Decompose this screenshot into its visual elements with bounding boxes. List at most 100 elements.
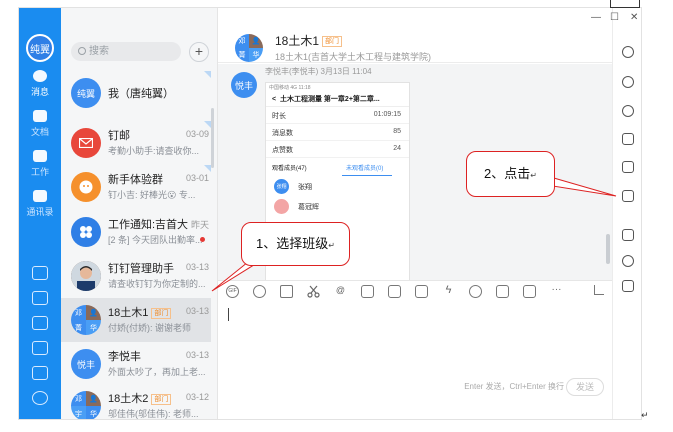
sender-avatar[interactable]: 悦丰 [231,72,257,98]
grid-icon [33,150,47,162]
conversation-item[interactable]: 工作通知:吉首大... 昨天 [2 条] 今天团队出勤率... [61,210,211,254]
message-icon [33,70,47,82]
list-scrollbar[interactable] [211,108,214,168]
conversation-item[interactable]: 纯翼 我（唐纯翼） [61,71,211,115]
group-avatar: 邓 👤 宇 华 [71,391,101,419]
unread-dot [200,237,205,242]
rail-item-label: 消息 [30,87,49,97]
phone-icon[interactable] [32,341,48,355]
live-icon[interactable] [496,285,509,298]
maximize-button[interactable]: ☐ [610,12,619,23]
mail-icon[interactable] [32,366,48,380]
ding-icon[interactable] [32,316,48,330]
conversation-time: 03-13 [185,262,209,272]
group-avatar [71,172,101,202]
minimize-button[interactable]: — [591,12,601,23]
add-button[interactable]: + [189,42,209,62]
conversation-preview: 考勤小助手:请查收你... [108,146,200,156]
department-tag: 部门 [322,36,343,47]
pin-corner [204,121,211,128]
files-icon[interactable] [622,133,634,145]
callout-step-2: 2、点击↵ [466,151,555,197]
conversation-time: 03-01 [185,173,209,183]
conversation-item[interactable]: 悦丰 李悦丰 03-13 外面太吵了，再加上老... [61,342,211,386]
rail-item-label: 通讯录 [26,207,54,217]
conversation-name: 新手体验群 [108,174,163,186]
chat-group-avatar: 邓 👤 菁 华 [235,34,263,62]
department-tag: 部门 [151,394,172,405]
stat-row: 点赞数 24 [266,141,409,158]
conversation-preview: 钉小吉: 好棒光😮 专... [108,190,196,200]
tab-watched: 观看成员(47) [272,166,307,172]
search-input[interactable]: 搜索 [71,42,181,61]
add-member-icon[interactable] [622,76,634,88]
mention-icon[interactable]: @ [334,285,347,298]
message-sender: 李悦丰(李悦丰) 3月13日 11:04 [265,67,372,76]
search-placeholder: 搜索 [89,46,109,57]
conversation-item[interactable]: 钉钉管理助手 03-13 请查收钉钉为你定制的... [61,254,211,298]
text-caret [228,308,229,321]
rail-item-contacts[interactable]: 通讯录 [19,190,61,218]
todo-icon[interactable] [32,291,48,305]
conversation-time: 03-09 [185,129,209,139]
rail-item-docs[interactable]: 文档 [19,110,61,138]
envelope-icon [79,138,93,148]
conversation-item[interactable]: 新手体验群 03-01 钉小吉: 好棒光😮 专... [61,165,211,209]
message-input[interactable]: Enter 发送，Ctrl+Enter 换行 发送 [218,302,612,397]
conversation-item[interactable]: 邓 👤 宇 华 18土木2 部门 03-12 邬佳伟(邬佳伟): 老师... [61,384,211,419]
contacts-icon [33,190,47,202]
conversation-preview: 邬佳伟(邬佳伟): 老师... [108,409,199,419]
robot-icon[interactable] [622,255,634,267]
phone-icon[interactable] [469,285,482,298]
conversation-name: 李悦丰 [108,351,141,363]
avatar [274,199,289,214]
pin-corner [204,165,211,172]
document-icon [33,110,47,122]
mail-icon[interactable] [523,285,536,298]
paragraph-mark: ↵ [641,410,649,420]
cube-icon[interactable] [622,280,634,292]
live-class-icon[interactable] [622,190,634,202]
gif-icon[interactable]: GIF [226,285,239,298]
window-frame-edge [610,0,640,8]
more-apps-icon[interactable] [32,391,48,405]
scissors-icon[interactable] [307,285,320,298]
flower-icon [80,226,92,238]
calendar-icon[interactable] [32,266,48,280]
group-avatar: 邓 👤 菁 华 [71,305,101,335]
conversation-time: 03-12 [185,392,209,402]
user-avatar[interactable]: 纯翼 [26,34,54,62]
thumbs-up-icon[interactable] [280,285,293,298]
history-icon[interactable] [622,105,634,117]
folder-icon[interactable] [361,285,374,298]
checkbox-icon[interactable] [415,285,428,298]
message-scrollbar[interactable] [606,234,610,264]
avatar: 张翔 [274,179,289,194]
conversation-preview: 付娇(付娇): 谢谢老师 [108,323,191,333]
chat-subtitle: 18土木1(吉首大学土木工程与建筑学院) [275,52,432,62]
more-icon[interactable]: ··· [550,285,563,298]
more-options-icon[interactable] [622,46,634,58]
notes-icon[interactable] [622,229,634,241]
chat-title[interactable]: 18土木1 部门 [275,32,343,49]
dingtalk-window: 纯翼 消息 文档 工作 通讯录 搜索 + 纯翼 我（唐纯翼） 钉邮 03-09 … [18,7,642,420]
conversation-name: 工作通知:吉首大... [108,219,188,231]
input-hint: Enter 发送，Ctrl+Enter 换行 [464,382,564,391]
close-button[interactable]: ✕ [630,12,638,23]
announcement-icon[interactable] [622,161,634,173]
conversation-preview: [2 条] 今天团队出勤率... [108,235,203,245]
ding-icon[interactable]: ϟ [442,285,455,298]
calendar-icon[interactable] [388,285,401,298]
emoji-icon[interactable] [253,285,266,298]
conversation-item-selected[interactable]: 邓 👤 菁 华 18土木1 部门 03-13 付娇(付娇): 谢谢老师 [61,298,211,342]
expand-icon[interactable] [594,285,604,295]
stat-row: 时长 01:09:15 [266,107,409,124]
conversation-item[interactable]: 钉邮 03-09 考勤小助手:请查收你... [61,121,211,165]
conversation-name: 18土木2 部门 [108,390,188,406]
conversation-name: 我（唐纯翼） [108,88,174,100]
rail-item-messages[interactable]: 消息 [19,70,61,98]
avatar: 纯翼 [71,78,101,108]
rail-item-work[interactable]: 工作 [19,150,61,178]
conversation-preview: 请查收钉钉为你定制的... [108,279,206,289]
send-button[interactable]: 发送 [566,378,604,396]
